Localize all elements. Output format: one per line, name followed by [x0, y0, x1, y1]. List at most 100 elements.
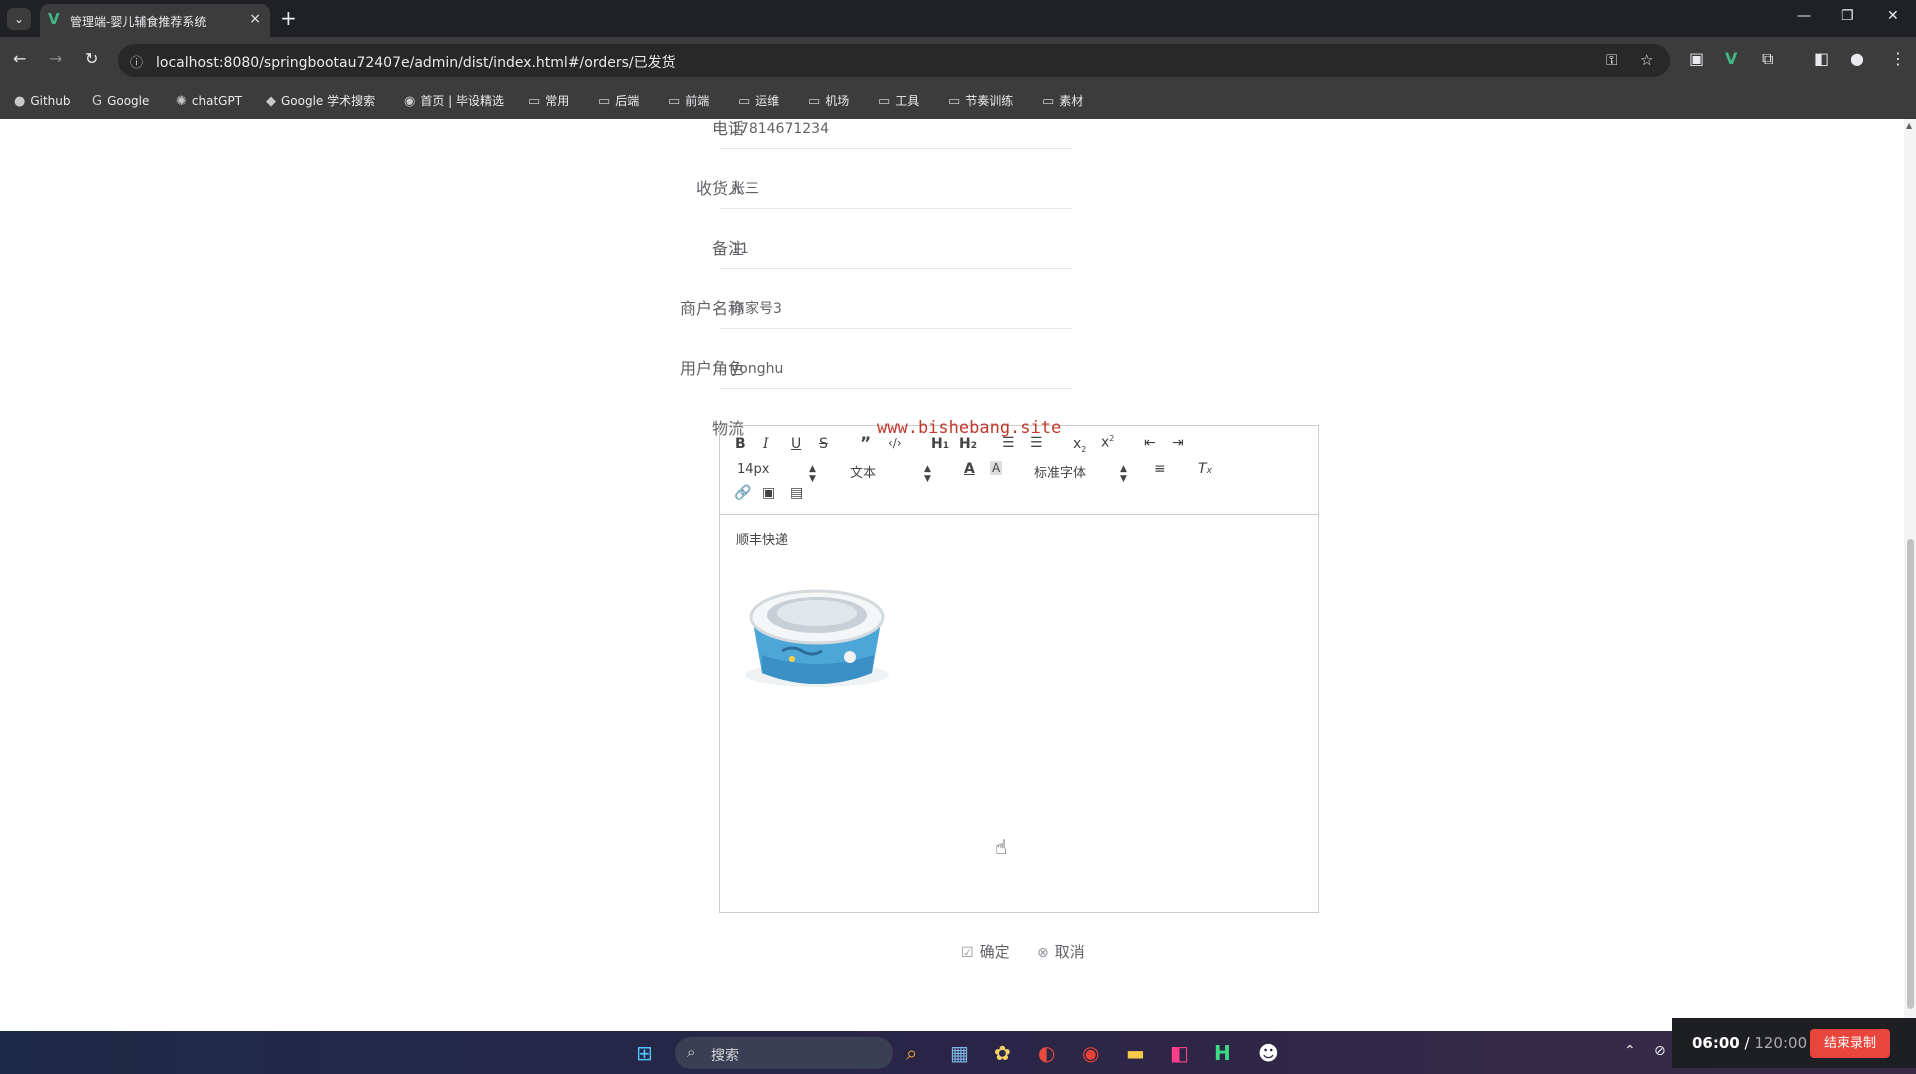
block-format-select[interactable]: 文本 ▲ ▼	[850, 462, 935, 484]
form-row-phone: 电话 17814671234	[560, 119, 1080, 163]
windows-taskbar: ⊞ ⌕ 搜索 ⌕ ▦ ✿ ◐ ◉ ▬ ◧ H ☻ ⌃ ⊘	[0, 1031, 1916, 1074]
form-row-role: 用户角色 yonghu	[560, 355, 1080, 403]
browser-toolbar: ← → ↻ ⓘ localhost:8080/springbootau72407…	[0, 37, 1916, 84]
clear-format-icon[interactable]: Tx	[1198, 461, 1212, 477]
side-panel-icon[interactable]: ◧	[1814, 49, 1829, 68]
google-icon: G	[92, 94, 103, 109]
search-app-icon[interactable]: ⌕	[906, 1041, 917, 1065]
qq-app-icon[interactable]: ☻	[1258, 1041, 1279, 1065]
windows-start-icon[interactable]: ⊞	[636, 1041, 653, 1065]
screenshot-app-icon[interactable]: ▦	[950, 1041, 969, 1065]
role-field[interactable]: yonghu	[720, 353, 1072, 389]
forward-button[interactable]: →	[49, 49, 62, 68]
bookmark-folder-frontend[interactable]: ▭ 前端	[668, 90, 709, 112]
password-key-icon[interactable]: ⚿	[1606, 51, 1617, 69]
page-scrollbar[interactable]: ▲	[1904, 119, 1916, 1031]
stop-recording-button[interactable]: 结束录制	[1810, 1029, 1890, 1058]
form-row-merchant: 商户名称 商家号3	[560, 295, 1080, 343]
mouse-cursor-icon: ☝	[995, 835, 1008, 859]
folder-icon: ▭	[738, 94, 751, 109]
network-icon[interactable]: ⊘	[1654, 1043, 1666, 1059]
chrome-app-icon[interactable]: ◉	[1082, 1041, 1099, 1065]
receiver-field[interactable]: 张三	[720, 173, 1072, 209]
outdent-icon[interactable]: ⇤	[1144, 435, 1156, 451]
form-row-remark: 备注 11	[560, 235, 1080, 283]
code-block-icon[interactable]: ‹/›	[888, 436, 902, 450]
confirm-button[interactable]: ☑ 确定	[961, 941, 1010, 962]
tab-search-button[interactable]: ⌄	[7, 8, 31, 30]
align-icon[interactable]: ≡	[1154, 461, 1166, 477]
strike-icon[interactable]: S	[819, 436, 828, 452]
link-icon[interactable]: 🔗	[734, 485, 751, 501]
bookmark-github[interactable]: ● Github	[14, 90, 71, 112]
bookmark-folder-airport[interactable]: ▭ 机场	[808, 90, 849, 112]
tab-active[interactable]: V 管理端-婴儿辅食推荐系统 ×	[40, 4, 270, 37]
hbuilder-app-icon[interactable]: H	[1214, 1041, 1231, 1065]
taskbar-search[interactable]: ⌕ 搜索	[675, 1037, 893, 1069]
bookmark-folder-common[interactable]: ▭ 常用	[528, 90, 569, 112]
editor-toolbar: B I U S ” ‹/› H1 H2 ☰ ☰ x2 x2 ⇤ ⇥ 14px ▲…	[720, 426, 1318, 515]
browser-menu-icon[interactable]: ⋮	[1890, 49, 1906, 68]
background-color-icon[interactable]: A	[990, 461, 1003, 475]
site-info-icon[interactable]: ⓘ	[130, 52, 143, 71]
editor-content[interactable]: 顺丰快递	[720, 515, 1318, 912]
scrollbar-thumb[interactable]	[1907, 539, 1914, 1009]
baidu-app-icon[interactable]: ✿	[994, 1041, 1011, 1065]
image-icon[interactable]: ▣	[762, 485, 775, 501]
underline-icon[interactable]: U	[791, 436, 801, 452]
check-square-icon: ☑	[961, 945, 974, 961]
remark-field[interactable]: 11	[720, 233, 1072, 269]
font-size-select[interactable]: 14px ▲ ▼	[737, 462, 822, 484]
bookmark-folder-backend[interactable]: ▭ 后端	[598, 90, 639, 112]
merchant-field[interactable]: 商家号3	[720, 293, 1072, 329]
bold-icon[interactable]: B	[735, 436, 746, 452]
search-icon: ⌕	[687, 1043, 696, 1061]
font-size-value: 14px	[737, 462, 770, 477]
bookmark-folder-tools[interactable]: ▭ 工具	[878, 90, 919, 112]
bookmark-bishe[interactable]: ◉ 首页 | 毕设精选	[404, 90, 504, 112]
bookmark-folder-ops[interactable]: ▭ 运维	[738, 90, 779, 112]
extensions-icon[interactable]: ⧉	[1762, 49, 1773, 69]
indent-icon[interactable]: ⇥	[1172, 435, 1184, 451]
phone-field[interactable]: 17814671234	[720, 119, 1072, 149]
bookmark-folder-assets[interactable]: ▭ 素材	[1042, 90, 1083, 112]
restore-button[interactable]: ❐	[1841, 8, 1854, 24]
heading2-icon[interactable]: H2	[959, 436, 977, 452]
minimize-button[interactable]: —	[1797, 8, 1811, 24]
superscript-icon[interactable]: x2	[1101, 434, 1114, 451]
bookmark-star-icon[interactable]: ☆	[1640, 51, 1653, 69]
vue-devtools-icon[interactable]: V	[1725, 49, 1737, 68]
bookmark-google-scholar[interactable]: ◆ Google 学术搜索	[266, 90, 375, 112]
tab-close-button[interactable]: ×	[249, 11, 261, 27]
bookmark-google[interactable]: G Google	[92, 90, 149, 112]
new-tab-button[interactable]: +	[280, 6, 297, 30]
github-icon: ●	[14, 94, 26, 109]
heading1-icon[interactable]: H1	[931, 436, 949, 452]
file-explorer-icon[interactable]: ▬	[1126, 1041, 1145, 1065]
subscript-icon[interactable]: x2	[1073, 436, 1086, 454]
close-window-button[interactable]: ✕	[1887, 8, 1899, 24]
bookmark-chatgpt[interactable]: ✺ chatGPT	[176, 90, 242, 112]
url-text: localhost:8080/springbootau72407e/admin/…	[156, 55, 676, 71]
cancel-button[interactable]: ⊗ 取消	[1037, 941, 1085, 962]
back-button[interactable]: ←	[13, 49, 26, 68]
scroll-up-arrow-icon[interactable]: ▲	[1906, 121, 1912, 130]
recording-time: 06:00 / 120:00	[1692, 1034, 1808, 1052]
reload-button[interactable]: ↻	[85, 49, 98, 68]
select-arrows-icon: ▲ ▼	[809, 464, 816, 484]
folder-icon: ▭	[528, 94, 541, 109]
bookmark-folder-rhythm[interactable]: ▭ 节奏训练	[948, 90, 1013, 112]
tray-overflow-icon[interactable]: ⌃	[1624, 1043, 1636, 1059]
intellij-app-icon[interactable]: ◧	[1170, 1041, 1189, 1065]
reader-extension-icon[interactable]: ▣	[1689, 49, 1704, 68]
profile-avatar-icon[interactable]: ●	[1850, 49, 1864, 68]
address-bar[interactable]: ⓘ localhost:8080/springbootau72407e/admi…	[118, 44, 1670, 77]
italic-icon[interactable]: I	[763, 436, 769, 452]
netease-app-icon[interactable]: ◐	[1038, 1041, 1055, 1065]
font-family-select[interactable]: 标准字体 ▲ ▼	[1034, 462, 1129, 484]
font-color-icon[interactable]: A	[964, 461, 975, 477]
vue-favicon-icon: V	[48, 10, 60, 28]
browser-chrome: ⌄ V 管理端-婴儿辅食推荐系统 × + — ❐ ✕ ← → ↻ ⓘ local…	[0, 0, 1916, 119]
blockquote-icon[interactable]: ”	[860, 434, 871, 454]
video-icon[interactable]: ▤	[790, 485, 803, 501]
